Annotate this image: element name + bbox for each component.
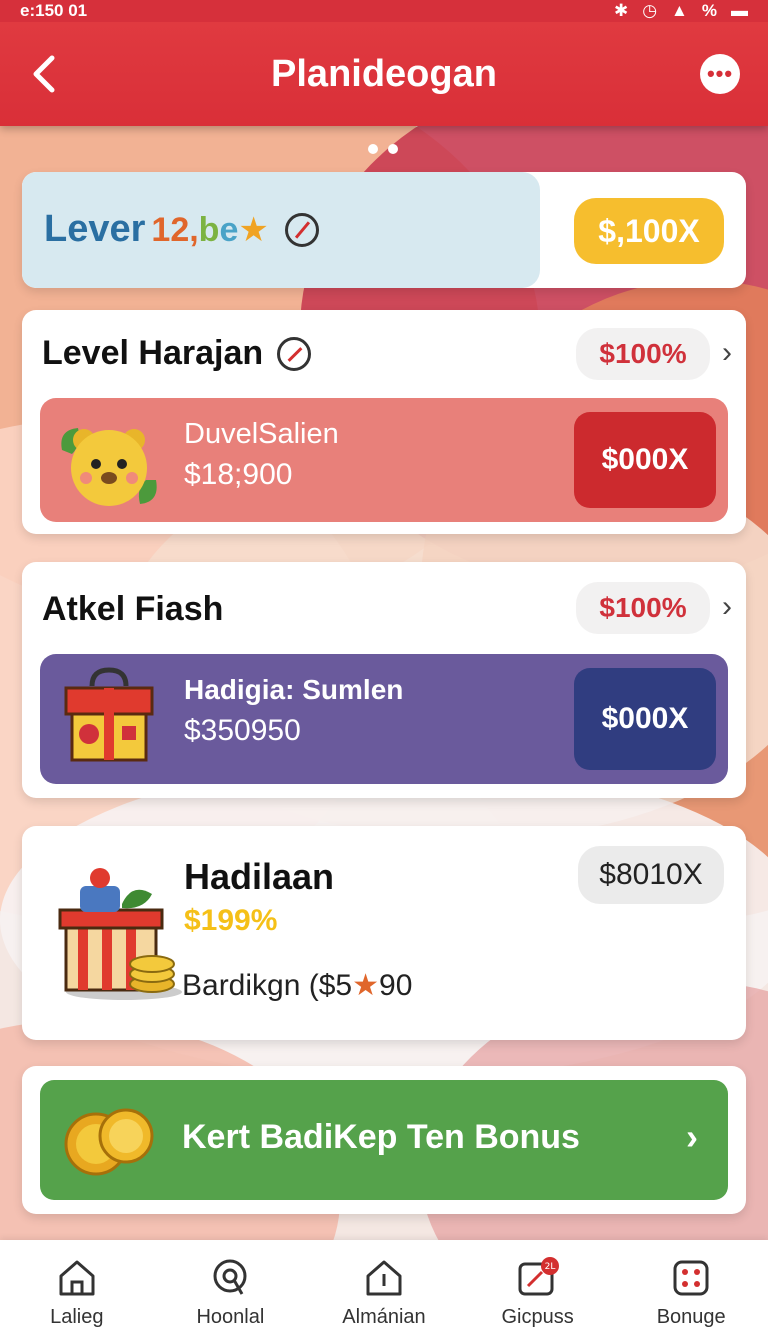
section-level-harajan: Level Harajan $100% › DuvelSalien $18;90…: [22, 310, 746, 534]
nav-label: Hoonlal: [196, 1305, 265, 1328]
offer-name: DuvelSalien: [184, 418, 339, 450]
bonus-label: Kert BadiKep Ten Bonus: [182, 1118, 580, 1156]
level-rainbow-text: 12,be★: [151, 210, 269, 249]
chevron-right-icon: ›: [686, 1116, 698, 1157]
level-card: Lever 12,be★ $,100X: [22, 172, 746, 288]
cancel-circle-icon: [277, 336, 312, 371]
promo-subtitle: Bardikgn ($5★90: [182, 969, 413, 1002]
offer-item[interactable]: DuvelSalien $18;900 $000X: [40, 398, 728, 522]
gift-stack-icon: [58, 868, 182, 1000]
offer-price: $18;900: [184, 458, 293, 491]
coins-icon: [64, 1108, 154, 1176]
promo-title: Hadilaan: [184, 856, 335, 897]
gift-box-icon: [64, 667, 154, 762]
home-icon: [59, 1260, 95, 1295]
back-button[interactable]: [24, 50, 64, 98]
level-value-button[interactable]: $,100X: [574, 198, 724, 264]
bluetooth-icon: ✱: [613, 1, 629, 20]
level-label: Lever 12,be★: [44, 208, 319, 251]
nav-item-hoonlal[interactable]: Hoonlal: [155, 1256, 305, 1329]
bonus-card: Kert BadiKep Ten Bonus ›: [22, 1066, 746, 1214]
nav-badge: 2L: [544, 1262, 555, 1272]
star-icon: ★: [238, 210, 269, 249]
chevron-right-icon[interactable]: ›: [722, 336, 732, 370]
bear-mascot-icon: [61, 428, 157, 506]
nav-label: Lalieg: [50, 1305, 104, 1328]
battery-icon: ▬: [731, 1, 748, 20]
battery-percent: %: [701, 1, 717, 20]
chevron-left-icon: [33, 55, 55, 93]
chevron-right-icon[interactable]: ›: [722, 590, 732, 624]
page-dot: [368, 144, 378, 154]
star-icon: ★: [352, 969, 380, 1002]
nav-item-lalieg[interactable]: Lalieg: [2, 1256, 152, 1329]
section-title: Atkel Fiash: [42, 590, 224, 628]
bonus-banner-button[interactable]: Kert BadiKep Ten Bonus ›: [40, 1080, 728, 1200]
notification-icon: 2L: [518, 1256, 559, 1295]
section-percent-pill[interactable]: $100%: [576, 582, 710, 634]
section-percent-pill[interactable]: $100%: [576, 328, 710, 380]
nav-item-gicpuss[interactable]: 2L Gicpuss: [463, 1256, 613, 1329]
signal-icon: ▲: [671, 1, 688, 20]
status-bar: e:150 01 ✱ ◷ ▲ % ▬: [0, 0, 768, 22]
offer-buy-button[interactable]: $000X: [574, 668, 716, 770]
nav-item-bonuge[interactable]: Bonuge: [616, 1256, 766, 1329]
page-dot: [388, 144, 398, 154]
section-atkel-fiash: Atkel Fiash $100% › Hadigia: Sumlen $350…: [22, 562, 746, 798]
nav-label: Bonuge: [656, 1305, 726, 1328]
offer-item[interactable]: Hadigia: Sumlen $350950 $000X: [40, 654, 728, 784]
nav-label: Gicpuss: [501, 1305, 574, 1328]
offer-price: $350950: [184, 714, 301, 747]
section-title: Level Harajan: [42, 334, 264, 372]
page-title: Planideogan: [271, 52, 497, 95]
more-options-button[interactable]: •••: [700, 54, 740, 94]
search-icon: [213, 1259, 247, 1295]
nav-label: Almánian: [342, 1305, 426, 1328]
compass-icon: [284, 212, 319, 247]
app-bar: Planideogan •••: [0, 22, 768, 126]
promo-card[interactable]: Hadilaan $199% Bardikgn ($5★90 $8010X: [22, 826, 746, 1040]
more-dots-icon: •••: [706, 61, 734, 86]
promo-percent: $199%: [184, 904, 278, 937]
status-time: e:150 01: [20, 1, 88, 20]
house-alert-icon: [366, 1260, 402, 1295]
promo-price-pill[interactable]: $8010X: [578, 846, 724, 904]
page-indicator: [368, 144, 398, 154]
offer-buy-button[interactable]: $000X: [574, 412, 716, 508]
alarm-icon: ◷: [642, 1, 658, 20]
dice-icon: [673, 1260, 709, 1295]
bottom-navigation: Lalieg Hoonlal Almánian 2L Gicpuss Bonug…: [0, 1240, 768, 1344]
offer-name: Hadigia: Sumlen: [184, 674, 404, 705]
nav-item-almanian[interactable]: Almánian: [309, 1256, 459, 1329]
